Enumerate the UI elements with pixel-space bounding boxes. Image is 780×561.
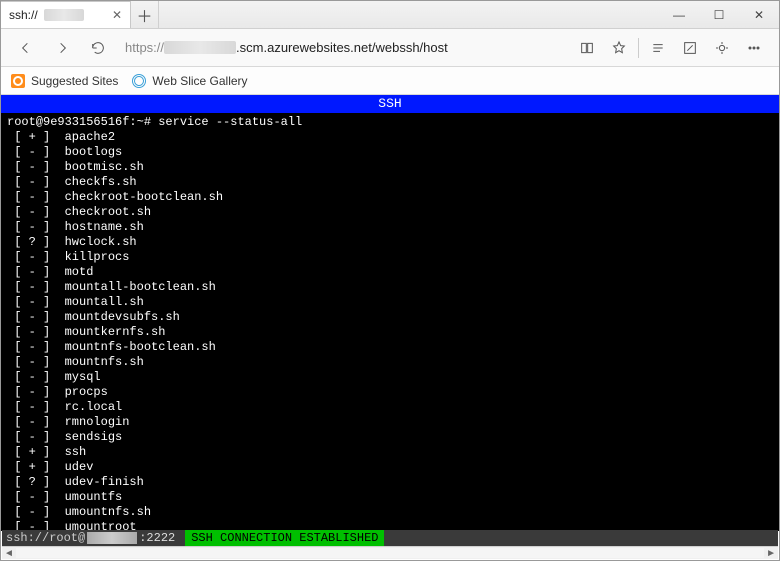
window-controls: — ☐ ✕	[659, 1, 779, 28]
close-tab-icon[interactable]: ✕	[112, 8, 122, 22]
status-established: SSH CONNECTION ESTABLISHED	[185, 530, 384, 546]
status-prefix: ssh://root@	[6, 531, 85, 545]
ssh-header-bar: SSH	[1, 95, 779, 113]
favorites-bar: Suggested Sites Web Slice Gallery	[1, 67, 779, 95]
browser-nav-bar: https:// .scm.azurewebsites.net/webssh/h…	[1, 29, 779, 67]
suggested-sites-icon	[11, 74, 25, 88]
back-button[interactable]	[11, 33, 41, 63]
scroll-left-icon[interactable]: ◄	[4, 548, 14, 559]
lines-icon	[650, 40, 666, 56]
arrow-left-icon	[18, 40, 34, 56]
dots-icon	[746, 40, 762, 56]
scroll-track[interactable]	[16, 548, 764, 558]
terminal-output[interactable]: root@9e933156516f:~# service --status-al…	[1, 113, 779, 531]
arrow-right-icon	[54, 40, 70, 56]
hub-button[interactable]	[643, 33, 673, 63]
status-port: :2222	[139, 531, 175, 545]
pen-icon	[682, 40, 698, 56]
status-hidden-host	[87, 532, 137, 544]
horizontal-scrollbar[interactable]: ◄ ►	[2, 546, 778, 559]
maximize-button[interactable]: ☐	[699, 1, 739, 28]
refresh-icon	[90, 40, 106, 56]
favorite-button[interactable]	[604, 33, 634, 63]
star-icon	[611, 40, 627, 56]
url-prefix: https://	[125, 40, 164, 55]
url-hidden-host	[164, 41, 236, 54]
notes-button[interactable]	[675, 33, 705, 63]
browser-tab[interactable]: ssh:// ✕	[1, 1, 131, 28]
toolbar-separator	[638, 38, 639, 58]
favorite-suggested-sites[interactable]: Suggested Sites	[11, 74, 118, 88]
book-icon	[579, 40, 595, 56]
browser-title-bar: ssh:// ✕ ＋ — ☐ ✕	[1, 1, 779, 29]
forward-button[interactable]	[47, 33, 77, 63]
share-button[interactable]	[707, 33, 737, 63]
web-slice-icon	[132, 74, 146, 88]
refresh-button[interactable]	[83, 33, 113, 63]
address-bar[interactable]: https:// .scm.azurewebsites.net/webssh/h…	[119, 40, 566, 55]
reading-view-button[interactable]	[572, 33, 602, 63]
new-tab-button[interactable]: ＋	[131, 1, 159, 28]
tab-title: ssh://	[9, 8, 38, 22]
tab-title-hidden	[44, 9, 84, 21]
minimize-button[interactable]: —	[659, 1, 699, 28]
favorite-label: Suggested Sites	[31, 74, 118, 88]
favorite-label: Web Slice Gallery	[152, 74, 247, 88]
more-button[interactable]	[739, 33, 769, 63]
scroll-right-icon[interactable]: ►	[766, 548, 776, 559]
share-icon	[714, 40, 730, 56]
url-suffix: .scm.azurewebsites.net/webssh/host	[236, 40, 448, 55]
close-window-button[interactable]: ✕	[739, 1, 779, 28]
ssh-status-bar: ssh://root@ :2222 SSH CONNECTION ESTABLI…	[2, 530, 778, 546]
favorite-web-slice[interactable]: Web Slice Gallery	[132, 74, 247, 88]
toolbar-right	[572, 33, 769, 63]
